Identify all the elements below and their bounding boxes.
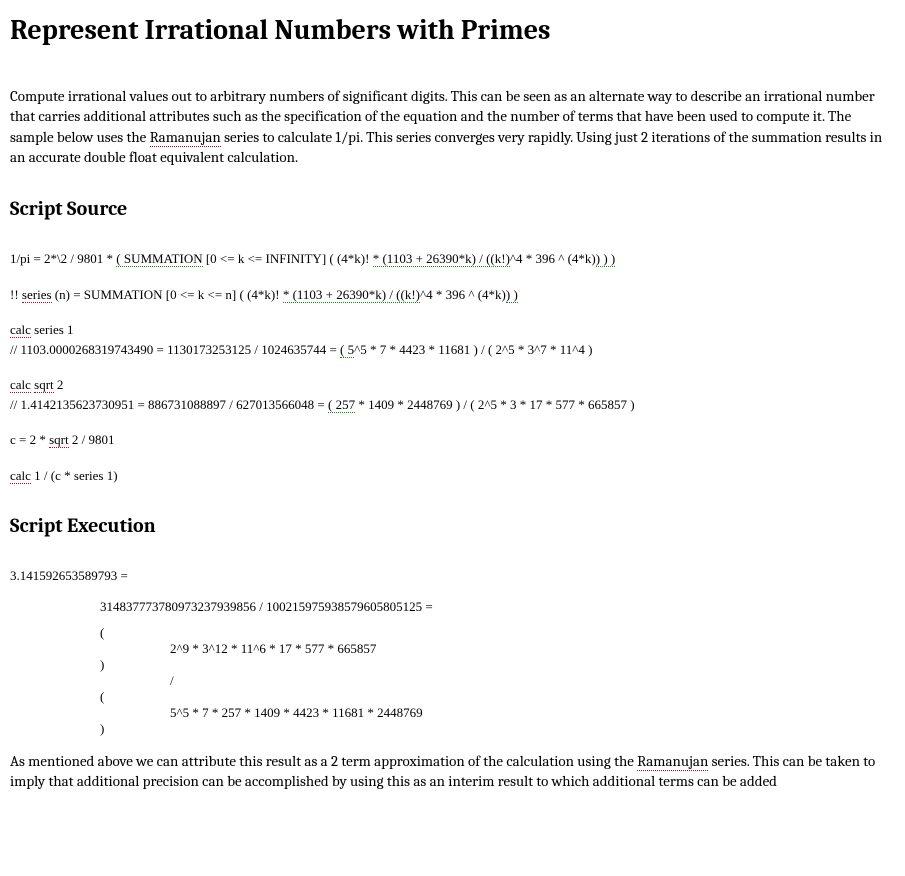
src4b-b: ( 257 bbox=[328, 397, 355, 413]
src6-b: 1 / (c * series 1) bbox=[31, 468, 118, 483]
src2-c: (n) = SUMMATION [0 <= k <= n] ( (4*k)! bbox=[52, 287, 283, 302]
source-line-5: c = 2 * sqrt 2 / 9801 bbox=[10, 431, 895, 449]
src1-b: ( SUMMATION bbox=[116, 251, 202, 267]
src1-f: ) ) ) bbox=[596, 251, 616, 267]
source-line-4a: calc sqrt 2 bbox=[10, 376, 895, 394]
src3b-c: ^5 * 7 * 4423 * 11681 ) / ( 2^5 * 3^7 * … bbox=[354, 342, 592, 357]
exec-denominator: 5^5 * 7 * 257 * 1409 * 4423 * 11681 * 24… bbox=[10, 705, 895, 721]
closing-a: As mentioned above we can attribute this… bbox=[10, 752, 637, 770]
src6-a: calc bbox=[10, 468, 31, 484]
src4b-c: * 1409 * 2448769 ) / ( 2^5 * 3 * 17 * 57… bbox=[355, 397, 634, 412]
src1-c: [0 <= k <= INFINITY] ( (4*k)! bbox=[203, 251, 373, 266]
src5-c: 2 / 9801 bbox=[69, 432, 115, 447]
src4a-d: 2 bbox=[54, 377, 64, 392]
script-execution-heading: Script Execution bbox=[10, 514, 895, 537]
src1-d: * (1103 + 26390*k) / ((k!) bbox=[373, 251, 510, 267]
src2-d: * (1103 + 26390*k) / ((k!) bbox=[283, 287, 420, 303]
src3b-b: ( 5 bbox=[340, 342, 354, 358]
src2-e: ^4 * 396 ^ (4*k) bbox=[420, 287, 506, 302]
src1-a: 1/pi = 2*\2 / 9801 * bbox=[10, 251, 116, 266]
closing-paragraph: As mentioned above we can attribute this… bbox=[10, 751, 895, 792]
exec-open2: ( bbox=[10, 689, 895, 705]
exec-div: / bbox=[10, 673, 895, 689]
exec-result: 3.141592653589793 = bbox=[10, 567, 895, 585]
source-line-4b: // 1.4142135623730951 = 886731088897 / 6… bbox=[10, 396, 895, 414]
intro-paragraph: Compute irrational values out to arbitra… bbox=[10, 86, 895, 167]
src5-a: c = 2 * bbox=[10, 432, 49, 447]
source-line-3b: // 1103.0000268319743490 = 1130173253125… bbox=[10, 341, 895, 359]
exec-close2: ) bbox=[10, 721, 895, 737]
ramanujan-link: Ramanujan bbox=[150, 128, 221, 147]
src2-a: !! bbox=[10, 287, 22, 302]
source-line-6: calc 1 / (c * series 1) bbox=[10, 467, 895, 485]
src3a-b: series 1 bbox=[31, 322, 74, 337]
src3b-a: // 1103.0000268319743490 = 1130173253125… bbox=[10, 342, 340, 357]
src4a-c: sqrt bbox=[34, 377, 54, 393]
exec-open1: ( bbox=[10, 625, 895, 641]
exec-close1: ) bbox=[10, 657, 895, 673]
page-title: Represent Irrational Numbers with Primes bbox=[10, 14, 895, 46]
src4b-a: // 1.4142135623730951 = 886731088897 / 6… bbox=[10, 397, 328, 412]
script-source-heading: Script Source bbox=[10, 197, 895, 220]
closing-b: Ramanujan bbox=[637, 752, 708, 771]
src2-b: series bbox=[22, 287, 52, 303]
source-line-2: !! series (n) = SUMMATION [0 <= k <= n] … bbox=[10, 286, 895, 304]
exec-numerator: 2^9 * 3^12 * 11^6 * 17 * 577 * 665857 bbox=[10, 641, 895, 657]
src4a-a: calc bbox=[10, 377, 31, 393]
source-line-1: 1/pi = 2*\2 / 9801 * ( SUMMATION [0 <= k… bbox=[10, 250, 895, 268]
src2-f: ) ) bbox=[506, 287, 518, 303]
exec-fraction: 314837773780973237939856 / 1002159759385… bbox=[10, 599, 895, 615]
src5-b: sqrt bbox=[49, 432, 69, 448]
src3a-a: calc bbox=[10, 322, 31, 338]
src1-e: ^4 * 396 ^ (4*k) bbox=[510, 251, 596, 266]
source-line-3a: calc series 1 bbox=[10, 321, 895, 339]
